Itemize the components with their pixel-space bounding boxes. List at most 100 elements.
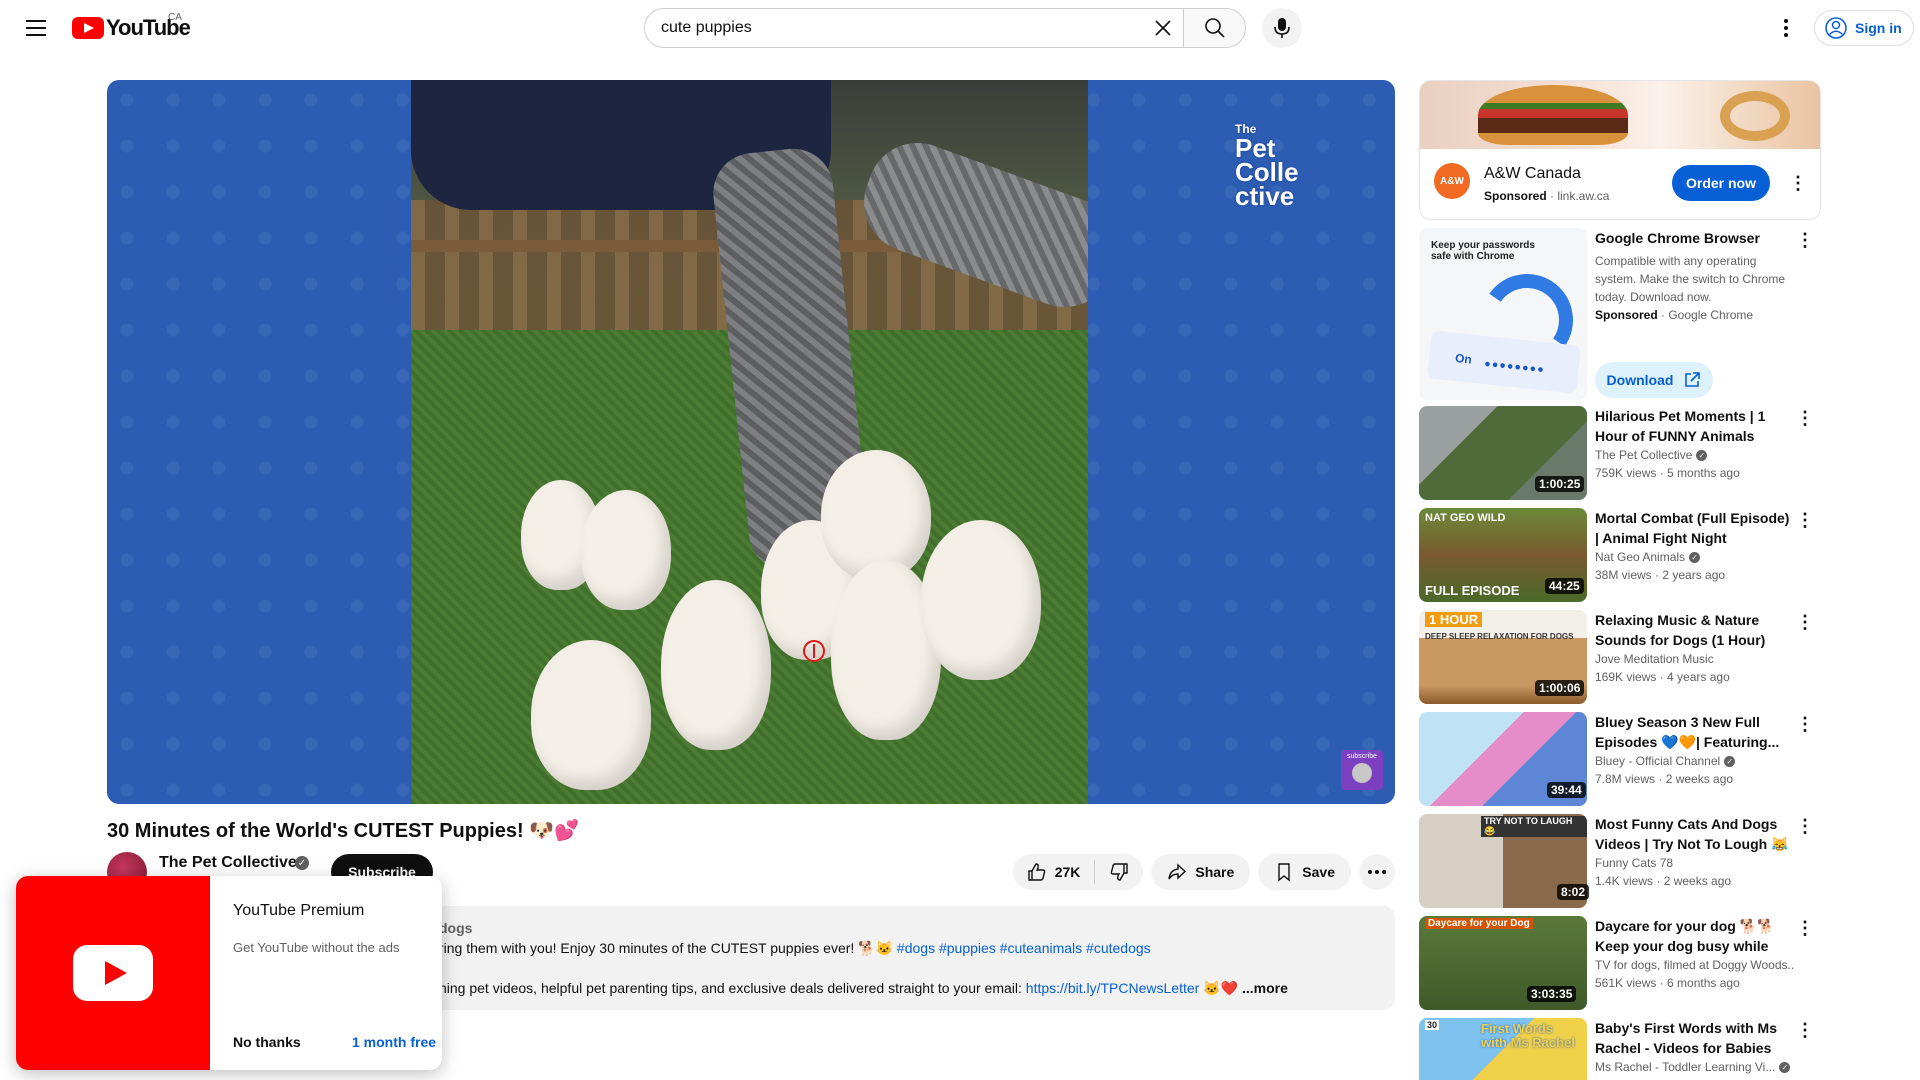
verified-check-icon: ✓: [1689, 552, 1701, 564]
puppy: [661, 580, 771, 750]
settings-kebab-icon[interactable]: [1770, 12, 1802, 44]
recommendation-title: Mortal Combat (Full Episode) | Animal Fi…: [1595, 510, 1790, 546]
channel-name[interactable]: The Pet Collective: [159, 854, 297, 872]
share-button[interactable]: Share: [1151, 854, 1251, 890]
thumbs-up-icon: [1027, 863, 1045, 881]
description-tag: dogs: [439, 920, 473, 936]
premium-promo-dialog: YouTube Premium Get YouTube without the …: [16, 876, 442, 1070]
verified-check-icon: ✓: [1779, 1062, 1791, 1074]
search-bar: [644, 8, 1246, 48]
chrome-ad-title: Google Chrome Browser: [1595, 230, 1760, 246]
dislike-button[interactable]: [1095, 862, 1143, 882]
duration-badge: 1:00:25: [1535, 476, 1585, 492]
recommendation-title: Daycare for your dog 🐕🐕 Keep your dog bu…: [1595, 918, 1775, 954]
advertiser-logo: A&W: [1434, 163, 1470, 199]
recommendation-channel: Bluey - Official Channel ✓: [1595, 754, 1795, 768]
verified-check-icon: ✓: [1724, 756, 1736, 768]
sign-in-button[interactable]: Sign in: [1814, 10, 1914, 46]
duration-badge: 3:03:35: [1527, 986, 1577, 1002]
recommendation-title: Hilarious Pet Moments | 1 Hour of FUNNY …: [1595, 408, 1766, 444]
onion-rings-image: [1720, 91, 1790, 141]
save-button[interactable]: Save: [1258, 854, 1351, 890]
cursor-indicator: [803, 640, 825, 662]
recommendation-item[interactable]: 39:44 Bluey Season 3 New Full Episodes 💙…: [1419, 712, 1821, 808]
recommendation-channel: The Pet Collective ✓: [1595, 448, 1795, 462]
youtube-play-icon: [73, 945, 153, 1001]
bookmark-icon: [1278, 863, 1290, 882]
share-label: Share: [1195, 864, 1235, 880]
puppy: [581, 490, 671, 610]
recommendation-stats: 1.4K views · 2 weeks ago: [1595, 874, 1732, 888]
recommendation-item[interactable]: 1 HOUR DEEP SLEEP RELAXATION FOR DOGS 1:…: [1419, 610, 1821, 706]
external-link-icon: [1685, 372, 1701, 387]
recommendation-kebab-icon[interactable]: ⋮: [1793, 508, 1817, 532]
newsletter-link[interactable]: https://bit.ly/TPCNewsLetter: [1026, 980, 1200, 996]
recommendation-item[interactable]: Daycare for your Dog 3:03:35 Daycare for…: [1419, 916, 1821, 1012]
ad-meta: Sponsored · link.aw.ca: [1484, 189, 1610, 203]
chrome-ad-card[interactable]: Keep your passwords safe with Chrome On …: [1419, 228, 1821, 400]
pet-collective-watermark: The Pet Colle ctive: [1235, 122, 1299, 211]
order-now-button[interactable]: Order now: [1672, 165, 1770, 201]
verified-check-icon: ✓: [1696, 450, 1708, 462]
recommendation-item[interactable]: 1:00:25 Hilarious Pet Moments | 1 Hour o…: [1419, 406, 1821, 502]
free-trial-button[interactable]: 1 month free: [352, 1034, 436, 1050]
search-button[interactable]: [1183, 9, 1245, 47]
video-player[interactable]: The Pet Colle ctive subscribe: [107, 80, 1395, 804]
chrome-ad-kebab-icon[interactable]: ⋮: [1793, 228, 1817, 252]
show-more-link[interactable]: ...more: [1242, 980, 1288, 996]
recommendation-title: Bluey Season 3 New Full Episodes 💙🧡| Fea…: [1595, 714, 1780, 750]
recommendation-kebab-icon[interactable]: ⋮: [1793, 814, 1817, 838]
download-button[interactable]: Download: [1595, 362, 1713, 398]
recommendation-kebab-icon[interactable]: ⋮: [1793, 610, 1817, 634]
recommendation-kebab-icon[interactable]: ⋮: [1793, 1018, 1817, 1042]
no-thanks-button[interactable]: No thanks: [233, 1034, 301, 1050]
recommendation-channel: Funny Cats 78: [1595, 856, 1674, 870]
ad-kebab-icon[interactable]: ⋮: [1786, 171, 1810, 195]
puppy: [531, 640, 651, 790]
search-icon: [1204, 18, 1225, 38]
recommendation-kebab-icon[interactable]: ⋮: [1793, 712, 1817, 736]
recommendation-channel: Ms Rachel - Toddler Learning Vi... ✓: [1595, 1060, 1795, 1074]
recommendation-title: Relaxing Music & Nature Sounds for Dogs …: [1595, 612, 1766, 648]
recommendation-title: Baby's First Words with Ms Rachel - Vide…: [1595, 1020, 1777, 1056]
premium-title: YouTube Premium: [233, 902, 365, 919]
premium-art: [16, 876, 210, 1070]
recommendation-kebab-icon[interactable]: ⋮: [1793, 916, 1817, 940]
subscribe-watermark[interactable]: subscribe: [1341, 750, 1383, 790]
search-input[interactable]: [645, 9, 1143, 47]
video-thumbnail: 30 First Words with Ms Rachel: [1419, 1018, 1587, 1080]
recommendation-channel: Jove Meditation Music: [1595, 652, 1714, 666]
video-actions: 27K Share Save: [1012, 854, 1395, 890]
duration-badge: 39:44: [1547, 782, 1586, 798]
video-title: 30 Minutes of the World's CUTEST Puppies…: [107, 820, 580, 842]
account-icon: [1825, 17, 1847, 39]
ad-banner-image: [1420, 81, 1820, 149]
video-frame: [411, 80, 1088, 804]
clear-search-icon[interactable]: [1143, 9, 1183, 47]
recommendation-channel: TV for dogs, filmed at Doggy Woods...: [1595, 958, 1795, 972]
recommendation-stats: 7.8M views · 2 weeks ago: [1595, 772, 1734, 786]
recommendation-stats: 38M views · 2 years ago: [1595, 568, 1726, 582]
like-button[interactable]: 27K: [1013, 860, 1096, 884]
more-actions-icon[interactable]: [1359, 854, 1395, 890]
microphone-icon[interactable]: [1262, 8, 1302, 48]
recommendation-stats: 759K views · 5 months ago: [1595, 466, 1740, 480]
description-line: ning pet videos, helpful pet parenting t…: [439, 980, 1288, 996]
top-bar: YouTube CA Sign in: [0, 0, 1920, 56]
chrome-ad-thumbnail: Keep your passwords safe with Chrome On …: [1419, 228, 1587, 400]
recommendation-item[interactable]: TRY NOT TO LAUGH 😂 8:02 Most Funny Cats …: [1419, 814, 1821, 910]
advertiser-name: A&W Canada: [1484, 165, 1581, 182]
sponsored-ad-card[interactable]: A&W A&W Canada Sponsored · link.aw.ca Or…: [1419, 80, 1821, 220]
like-dislike-group: 27K: [1012, 854, 1144, 890]
share-icon: [1168, 863, 1187, 880]
description-line: ring them with you! Enjoy 30 minutes of …: [439, 940, 1151, 956]
recommendation-stats: 169K views · 4 years ago: [1595, 670, 1730, 684]
recommendation-item[interactable]: NAT GEO WILD FULL EPISODE 44:25 Mortal C…: [1419, 508, 1821, 604]
hashtags[interactable]: #dogs #puppies #cuteanimals #cutedogs: [897, 940, 1151, 956]
recommendation-kebab-icon[interactable]: ⋮: [1793, 406, 1817, 430]
duration-badge: 1:00:06: [1535, 680, 1585, 696]
burger-image: [1478, 85, 1628, 145]
recommendation-title: Most Funny Cats And Dogs Videos | Try No…: [1595, 816, 1789, 852]
hamburger-menu-icon[interactable]: [20, 12, 52, 44]
recommendation-item[interactable]: 30 First Words with Ms Rachel Baby's Fir…: [1419, 1018, 1821, 1080]
